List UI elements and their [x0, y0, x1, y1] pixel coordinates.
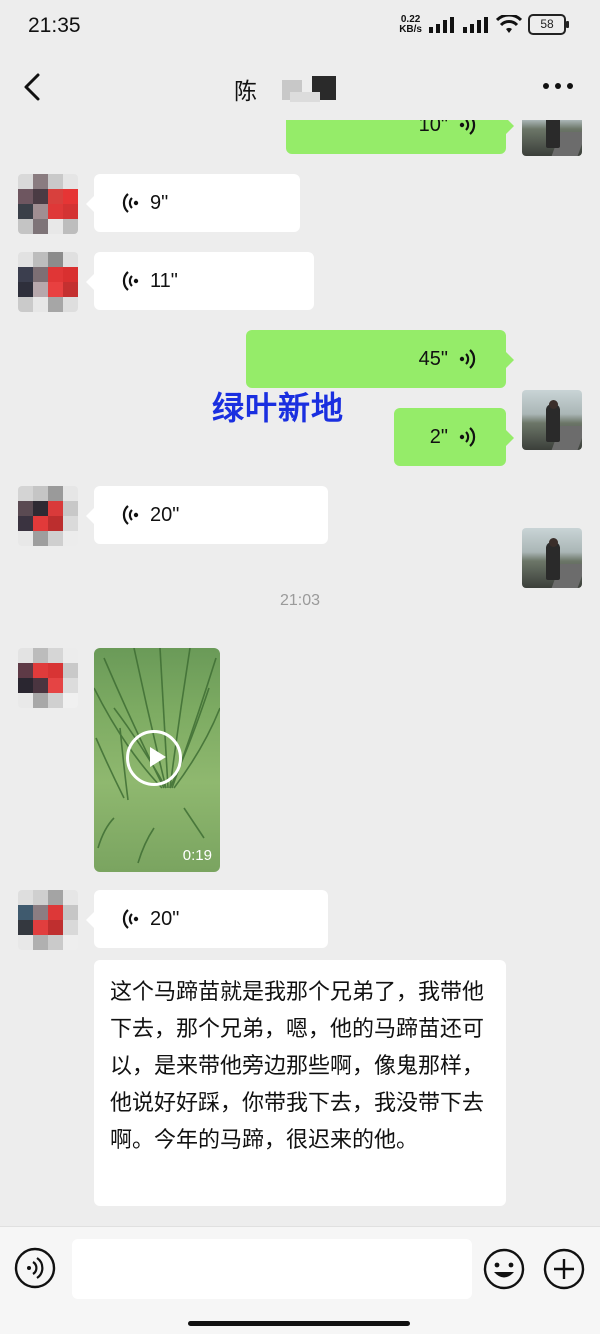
voice-message-in[interactable]: 20" — [86, 486, 328, 544]
voice-wave-icon — [459, 349, 476, 369]
avatar-self[interactable] — [522, 390, 582, 450]
voice-message-out[interactable]: 2" — [394, 408, 514, 466]
voice-duration: 20" — [150, 503, 180, 526]
status-time: 21:35 — [28, 14, 81, 37]
voice-message-in[interactable]: 11" — [86, 252, 314, 310]
voice-wave-icon — [459, 120, 476, 135]
avatar-contact[interactable] — [18, 890, 78, 950]
home-indicator[interactable] — [188, 1321, 410, 1326]
signal-icon-2 — [463, 16, 488, 33]
voice-duration: 9" — [150, 191, 169, 214]
voice-wave-icon — [122, 271, 139, 291]
chat-header: 陈 — [0, 56, 600, 120]
voice-message-out[interactable]: 45" — [246, 330, 514, 388]
name-blur — [290, 92, 320, 102]
message-input[interactable] — [72, 1239, 472, 1299]
watermark: 绿叶新地 — [212, 389, 345, 427]
message-timestamp: 21:03 — [279, 592, 321, 609]
voice-duration: 10" — [418, 120, 448, 136]
voice-message-in[interactable]: 9" — [86, 174, 300, 232]
status-icons: 0.22 KB/s 58 — [399, 13, 569, 35]
status-bar: 21:35 0.22 KB/s 58 — [0, 0, 600, 56]
avatar-self[interactable] — [522, 120, 582, 156]
plus-icon[interactable] — [542, 1247, 586, 1291]
voice-wave-icon — [459, 427, 476, 447]
voice-duration: 20" — [150, 907, 180, 930]
video-message[interactable]: 0:19 — [94, 648, 220, 872]
chat-title: 陈 — [234, 79, 257, 105]
input-bar — [0, 1226, 600, 1334]
chevron-left-icon[interactable] — [18, 70, 48, 104]
voice-wave-icon — [122, 505, 139, 525]
avatar-contact[interactable] — [18, 486, 78, 546]
voice-duration: 45" — [418, 347, 448, 370]
network-speed: 0.22 KB/s — [399, 13, 422, 35]
signal-icon — [429, 16, 454, 33]
voice-message-in[interactable]: 20" — [86, 890, 328, 948]
play-icon[interactable] — [126, 730, 182, 786]
emoji-icon[interactable] — [482, 1247, 526, 1291]
voice-duration: 2" — [429, 425, 448, 448]
voice-duration: 11" — [150, 269, 178, 292]
voice-input-icon[interactable] — [14, 1247, 56, 1289]
avatar-contact[interactable] — [18, 648, 78, 708]
voice-wave-icon — [122, 909, 139, 929]
text-message-in[interactable]: 这个马蹄苗就是我那个兄弟了，我带他下去，那个兄弟，嗯，他的马蹄苗还可以，是来带他… — [94, 960, 506, 1206]
voice-wave-icon — [122, 193, 139, 213]
more-dots-icon[interactable] — [538, 76, 578, 96]
chat-area[interactable]: 10" 9" 11" 45" 2" 20" 21:03 0:19 20" 这个马… — [0, 120, 600, 1226]
avatar-self[interactable] — [522, 528, 582, 588]
avatar-contact[interactable] — [18, 252, 78, 312]
avatar-contact[interactable] — [18, 174, 78, 234]
battery-icon: 58 — [528, 14, 569, 35]
voice-message-out[interactable]: 10" — [286, 120, 514, 154]
video-duration: 0:19 — [182, 847, 212, 864]
wifi-icon — [496, 14, 522, 33]
